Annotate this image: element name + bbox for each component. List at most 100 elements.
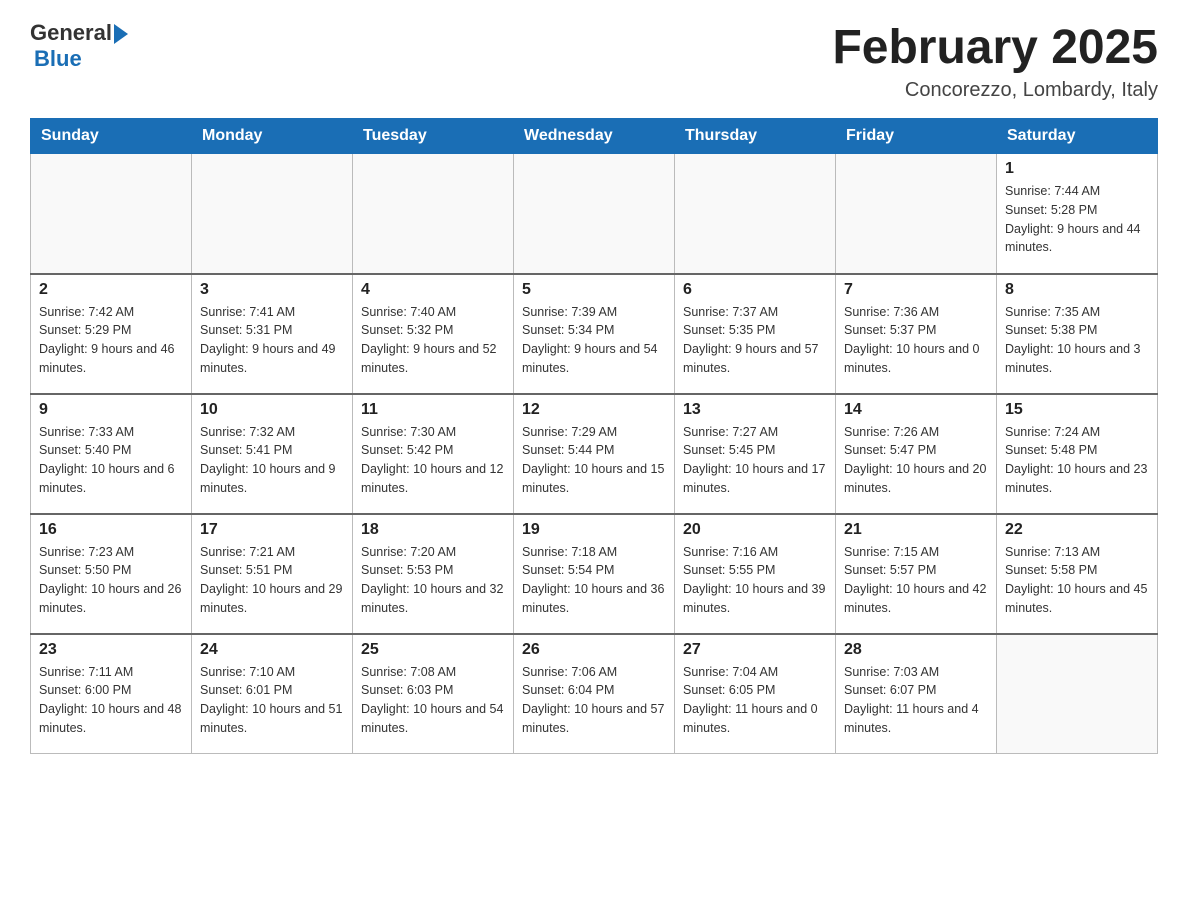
calendar-day-cell: 25Sunrise: 7:08 AM Sunset: 6:03 PM Dayli… bbox=[353, 634, 514, 754]
calendar-week-row: 1 Sunrise: 7:44 AM Sunset: 5:28 PM Daylig… bbox=[31, 154, 1158, 274]
logo-arrow-icon bbox=[114, 24, 128, 44]
calendar-week-row: 2 Sunrise: 7:42 AM Sunset: 5:29 PM Daylig… bbox=[31, 274, 1158, 394]
day-number: 17 bbox=[200, 521, 344, 539]
calendar-week-row: 16 Sunrise: 7:23 AM Sunset: 5:50 PM Dayli… bbox=[31, 514, 1158, 634]
day-info: Sunrise: 7:06 AM Sunset: 6:04 PM Dayligh… bbox=[522, 663, 666, 738]
day-info: Sunrise: 7:30 AM Sunset: 5:42 PM Dayligh… bbox=[361, 423, 505, 498]
day-number: 10 bbox=[200, 401, 344, 419]
day-number: 12 bbox=[522, 401, 666, 419]
calendar-day-cell: 5 Sunrise: 7:39 AM Sunset: 5:34 PM Daylig… bbox=[514, 274, 675, 394]
day-info: Sunrise: 7:04 AM Sunset: 6:05 PM Dayligh… bbox=[683, 663, 827, 738]
day-number: 6 bbox=[683, 281, 827, 299]
calendar-day-cell bbox=[353, 154, 514, 274]
day-number: 24 bbox=[200, 641, 344, 659]
day-info: Sunrise: 7:37 AM Sunset: 5:35 PM Dayligh… bbox=[683, 303, 827, 378]
location-subtitle: Concorezzo, Lombardy, Italy bbox=[832, 79, 1158, 102]
day-info: Sunrise: 7:33 AM Sunset: 5:40 PM Dayligh… bbox=[39, 423, 183, 498]
day-info: Sunrise: 7:26 AM Sunset: 5:47 PM Dayligh… bbox=[844, 423, 988, 498]
day-number: 28 bbox=[844, 641, 988, 659]
calendar-day-cell bbox=[675, 154, 836, 274]
calendar-day-cell: 3 Sunrise: 7:41 AM Sunset: 5:31 PM Daylig… bbox=[192, 274, 353, 394]
calendar-day-cell: 6 Sunrise: 7:37 AM Sunset: 5:35 PM Daylig… bbox=[675, 274, 836, 394]
day-number: 11 bbox=[361, 401, 505, 419]
day-number: 19 bbox=[522, 521, 666, 539]
day-info: Sunrise: 7:35 AM Sunset: 5:38 PM Dayligh… bbox=[1005, 303, 1149, 378]
day-info: Sunrise: 7:13 AM Sunset: 5:58 PM Dayligh… bbox=[1005, 543, 1149, 618]
day-number: 16 bbox=[39, 521, 183, 539]
calendar-day-cell: 4 Sunrise: 7:40 AM Sunset: 5:32 PM Daylig… bbox=[353, 274, 514, 394]
day-number: 9 bbox=[39, 401, 183, 419]
calendar-day-cell: 17 Sunrise: 7:21 AM Sunset: 5:51 PM Dayli… bbox=[192, 514, 353, 634]
day-number: 27 bbox=[683, 641, 827, 659]
calendar-day-cell bbox=[514, 154, 675, 274]
day-info: Sunrise: 7:15 AM Sunset: 5:57 PM Dayligh… bbox=[844, 543, 988, 618]
day-number: 13 bbox=[683, 401, 827, 419]
day-number: 14 bbox=[844, 401, 988, 419]
calendar-day-cell: 18 Sunrise: 7:20 AM Sunset: 5:53 PM Dayli… bbox=[353, 514, 514, 634]
calendar-day-cell: 14 Sunrise: 7:26 AM Sunset: 5:47 PM Dayli… bbox=[836, 394, 997, 514]
day-info: Sunrise: 7:10 AM Sunset: 6:01 PM Dayligh… bbox=[200, 663, 344, 738]
calendar-day-cell: 28 Sunrise: 7:03 AM Sunset: 6:07 PM Dayli… bbox=[836, 634, 997, 754]
day-number: 18 bbox=[361, 521, 505, 539]
day-info: Sunrise: 7:21 AM Sunset: 5:51 PM Dayligh… bbox=[200, 543, 344, 618]
day-info: Sunrise: 7:41 AM Sunset: 5:31 PM Dayligh… bbox=[200, 303, 344, 378]
day-number: 8 bbox=[1005, 281, 1149, 299]
calendar-day-cell: 15 Sunrise: 7:24 AM Sunset: 5:48 PM Dayli… bbox=[997, 394, 1158, 514]
weekday-header: Saturday bbox=[997, 119, 1158, 154]
calendar-day-cell: 22 Sunrise: 7:13 AM Sunset: 5:58 PM Dayli… bbox=[997, 514, 1158, 634]
calendar-day-cell: 21 Sunrise: 7:15 AM Sunset: 5:57 PM Dayli… bbox=[836, 514, 997, 634]
calendar-table: SundayMondayTuesdayWednesdayThursdayFrid… bbox=[30, 118, 1158, 754]
logo-blue-text: Blue bbox=[34, 46, 82, 72]
calendar-day-cell: 16 Sunrise: 7:23 AM Sunset: 5:50 PM Dayli… bbox=[31, 514, 192, 634]
calendar-day-cell: 9 Sunrise: 7:33 AM Sunset: 5:40 PM Daylig… bbox=[31, 394, 192, 514]
calendar-day-cell: 1 Sunrise: 7:44 AM Sunset: 5:28 PM Daylig… bbox=[997, 154, 1158, 274]
calendar-day-cell: 11 Sunrise: 7:30 AM Sunset: 5:42 PM Dayli… bbox=[353, 394, 514, 514]
title-section: February 2025 Concorezzo, Lombardy, Ital… bbox=[832, 20, 1158, 102]
day-info: Sunrise: 7:44 AM Sunset: 5:28 PM Dayligh… bbox=[1005, 182, 1149, 257]
calendar-day-cell: 19 Sunrise: 7:18 AM Sunset: 5:54 PM Dayli… bbox=[514, 514, 675, 634]
day-number: 5 bbox=[522, 281, 666, 299]
day-info: Sunrise: 7:08 AM Sunset: 6:03 PM Dayligh… bbox=[361, 663, 505, 738]
day-info: Sunrise: 7:27 AM Sunset: 5:45 PM Dayligh… bbox=[683, 423, 827, 498]
weekday-header: Friday bbox=[836, 119, 997, 154]
weekday-header: Wednesday bbox=[514, 119, 675, 154]
logo: General Blue bbox=[30, 20, 128, 72]
calendar-day-cell: 26 Sunrise: 7:06 AM Sunset: 6:04 PM Dayli… bbox=[514, 634, 675, 754]
day-info: Sunrise: 7:11 AM Sunset: 6:00 PM Dayligh… bbox=[39, 663, 183, 738]
day-number: 23 bbox=[39, 641, 183, 659]
day-info: Sunrise: 7:23 AM Sunset: 5:50 PM Dayligh… bbox=[39, 543, 183, 618]
day-number: 22 bbox=[1005, 521, 1149, 539]
day-number: 3 bbox=[200, 281, 344, 299]
day-number: 15 bbox=[1005, 401, 1149, 419]
page-header: General Blue February 2025 Concorezzo, L… bbox=[30, 20, 1158, 102]
calendar-day-cell bbox=[997, 634, 1158, 754]
day-number: 1 bbox=[1005, 160, 1149, 178]
calendar-week-row: 9 Sunrise: 7:33 AM Sunset: 5:40 PM Daylig… bbox=[31, 394, 1158, 514]
day-number: 2 bbox=[39, 281, 183, 299]
day-number: 26 bbox=[522, 641, 666, 659]
calendar-day-cell: 12Sunrise: 7:29 AM Sunset: 5:44 PM Dayli… bbox=[514, 394, 675, 514]
month-title: February 2025 bbox=[832, 20, 1158, 75]
day-info: Sunrise: 7:24 AM Sunset: 5:48 PM Dayligh… bbox=[1005, 423, 1149, 498]
weekday-header: Thursday bbox=[675, 119, 836, 154]
calendar-day-cell: 7Sunrise: 7:36 AM Sunset: 5:37 PM Daylig… bbox=[836, 274, 997, 394]
day-info: Sunrise: 7:16 AM Sunset: 5:55 PM Dayligh… bbox=[683, 543, 827, 618]
weekday-header: Monday bbox=[192, 119, 353, 154]
calendar-day-cell: 13 Sunrise: 7:27 AM Sunset: 5:45 PM Dayli… bbox=[675, 394, 836, 514]
day-info: Sunrise: 7:36 AM Sunset: 5:37 PM Dayligh… bbox=[844, 303, 988, 378]
calendar-day-cell bbox=[192, 154, 353, 274]
calendar-day-cell: 20 Sunrise: 7:16 AM Sunset: 5:55 PM Dayli… bbox=[675, 514, 836, 634]
day-info: Sunrise: 7:40 AM Sunset: 5:32 PM Dayligh… bbox=[361, 303, 505, 378]
calendar-week-row: 23 Sunrise: 7:11 AM Sunset: 6:00 PM Dayli… bbox=[31, 634, 1158, 754]
day-info: Sunrise: 7:42 AM Sunset: 5:29 PM Dayligh… bbox=[39, 303, 183, 378]
day-info: Sunrise: 7:03 AM Sunset: 6:07 PM Dayligh… bbox=[844, 663, 988, 738]
day-info: Sunrise: 7:18 AM Sunset: 5:54 PM Dayligh… bbox=[522, 543, 666, 618]
day-info: Sunrise: 7:39 AM Sunset: 5:34 PM Dayligh… bbox=[522, 303, 666, 378]
day-number: 20 bbox=[683, 521, 827, 539]
day-number: 4 bbox=[361, 281, 505, 299]
day-number: 21 bbox=[844, 521, 988, 539]
day-info: Sunrise: 7:20 AM Sunset: 5:53 PM Dayligh… bbox=[361, 543, 505, 618]
calendar-day-cell: 8 Sunrise: 7:35 AM Sunset: 5:38 PM Daylig… bbox=[997, 274, 1158, 394]
calendar-day-cell: 24 Sunrise: 7:10 AM Sunset: 6:01 PM Dayli… bbox=[192, 634, 353, 754]
logo-general-text: General bbox=[30, 20, 112, 46]
